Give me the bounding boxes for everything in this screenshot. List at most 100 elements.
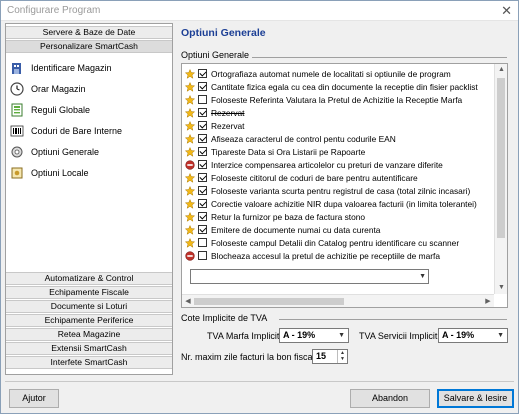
- option-row[interactable]: Foloseste campul Detalii din Catalog pen…: [182, 236, 494, 249]
- option-checkbox[interactable]: [198, 160, 207, 169]
- option-label: Retur la furnizor pe baza de factura sto…: [211, 211, 366, 222]
- option-checkbox[interactable]: [198, 82, 207, 91]
- section-interfete[interactable]: Interfete SmartCash: [6, 356, 172, 369]
- option-checkbox[interactable]: [198, 173, 207, 182]
- option-row[interactable]: Afiseaza caracterul de control pentu cod…: [182, 132, 494, 145]
- max-days-value: 15: [316, 351, 327, 361]
- option-checkbox[interactable]: [198, 199, 207, 208]
- max-days-spinner[interactable]: 15 ▲ ▼: [312, 349, 348, 364]
- tva-marfa-select[interactable]: A - 19% ▼: [279, 328, 349, 343]
- section-personalizare[interactable]: Personalizare SmartCash: [6, 40, 172, 53]
- spinner-arrows-icon[interactable]: ▲ ▼: [337, 350, 347, 363]
- scroll-down-icon[interactable]: ▼: [495, 282, 508, 294]
- tva-servicii-value: A - 19%: [442, 330, 475, 340]
- option-row[interactable]: Interzice compensarea articolelor cu pre…: [182, 158, 494, 171]
- option-label: Foloseste Referinta Valutara la Pretul d…: [211, 94, 463, 105]
- section-extensii[interactable]: Extensii SmartCash: [6, 342, 172, 355]
- menu-item-optiuni-locale[interactable]: Optiuni Locale: [6, 162, 172, 183]
- star-icon: [184, 94, 196, 105]
- menu-item-reguli[interactable]: Reguli Globale: [6, 99, 172, 120]
- close-icon[interactable]: ✕: [501, 3, 512, 19]
- option-checkbox[interactable]: [198, 95, 207, 104]
- option-label: Rezervat: [211, 120, 245, 131]
- save-exit-button[interactable]: Salvare & Iesire: [437, 389, 514, 408]
- option-row[interactable]: Blocheaza accesul la pretul de achizitie…: [182, 249, 494, 262]
- section-documente[interactable]: Documente si Loturi: [6, 300, 172, 313]
- menu-item-label: Identificare Magazin: [31, 62, 112, 73]
- section-servere[interactable]: Servere & Baze de Date: [6, 26, 172, 39]
- menu-item-optiuni-generale[interactable]: Optiuni Generale: [6, 141, 172, 162]
- option-row[interactable]: Rezervat: [182, 106, 494, 119]
- menu-item-coduri[interactable]: Coduri de Bare Interne: [6, 120, 172, 141]
- menu-item-label: Orar Magazin: [31, 83, 86, 94]
- navigation-panel: Servere & Baze de Date Personalizare Sma…: [5, 23, 173, 375]
- window-title: Configurare Program: [7, 5, 101, 16]
- menu-item-identificare[interactable]: Identificare Magazin: [6, 57, 172, 78]
- option-label: Interzice compensarea articolelor cu pre…: [211, 159, 443, 170]
- options-icon: [10, 145, 24, 159]
- option-label: Foloseste varianta scurta pentru registr…: [211, 185, 471, 196]
- option-row[interactable]: Rezervat: [182, 119, 494, 132]
- group-label-optiuni: Optiuni Generale: [181, 50, 253, 60]
- star-icon: [184, 133, 196, 144]
- vertical-scrollbar[interactable]: ▲ ▼: [494, 64, 507, 294]
- scroll-left-icon[interactable]: ◀: [182, 295, 194, 308]
- section-echipamente-fiscale[interactable]: Echipamente Fiscale: [6, 286, 172, 299]
- option-row[interactable]: Foloseste varianta scurta pentru registr…: [182, 184, 494, 197]
- horizontal-scrollbar[interactable]: ◀ ▶: [182, 294, 494, 307]
- star-icon: [184, 146, 196, 157]
- option-checkbox[interactable]: [198, 225, 207, 234]
- options-list[interactable]: Ortografiaza automat numele de localitat…: [181, 63, 508, 308]
- option-checkbox[interactable]: [198, 212, 207, 221]
- star-icon: [184, 211, 196, 222]
- option-row[interactable]: Foloseste Referinta Valutara la Pretul d…: [182, 93, 494, 106]
- section-echipamente-periferice[interactable]: Echipamente Periferice: [6, 314, 172, 327]
- option-checkbox[interactable]: [198, 147, 207, 156]
- red-circle-icon: [185, 159, 195, 170]
- hscroll-thumb[interactable]: [194, 298, 344, 305]
- section-automatizare[interactable]: Automatizare & Control: [6, 272, 172, 285]
- option-checkbox[interactable]: [198, 251, 207, 260]
- star-icon: [184, 185, 196, 196]
- options-dropdown[interactable]: ▼: [190, 269, 429, 284]
- scroll-up-icon[interactable]: ▲: [495, 64, 508, 76]
- scroll-right-icon[interactable]: ▶: [482, 295, 494, 308]
- option-row[interactable]: Cantitate fizica egala cu cea din docume…: [182, 80, 494, 93]
- star-icon: [184, 237, 196, 248]
- option-row[interactable]: Ortografiaza automat numele de localitat…: [182, 67, 494, 80]
- cancel-button[interactable]: Abandon: [350, 389, 430, 408]
- option-label: Emitere de documente numai cu data curen…: [211, 224, 381, 235]
- star-icon: [184, 68, 196, 79]
- menu-item-label: Reguli Globale: [31, 104, 91, 115]
- scroll-thumb[interactable]: [497, 78, 505, 238]
- menu-item-orar[interactable]: Orar Magazin: [6, 78, 172, 99]
- option-label: Rezervat: [211, 107, 245, 118]
- option-checkbox[interactable]: [198, 108, 207, 117]
- option-row[interactable]: Corectie valoare achizitie NIR dupa valo…: [182, 197, 494, 210]
- option-row[interactable]: Emitere de documente numai cu data curen…: [182, 223, 494, 236]
- group-label-tva: Cote Implicite de TVA: [181, 313, 271, 323]
- star-icon: [184, 172, 196, 183]
- rules-icon: [10, 103, 24, 117]
- page-title: Optiuni Generale: [181, 27, 266, 39]
- chevron-down-icon: ▼: [497, 332, 504, 339]
- option-checkbox[interactable]: [198, 134, 207, 143]
- option-row[interactable]: Tipareste Data si Ora Listarii pe Rapoar…: [182, 145, 494, 158]
- option-label: Afiseaza caracterul de control pentu cod…: [211, 133, 396, 144]
- menu-item-label: Coduri de Bare Interne: [31, 125, 123, 136]
- option-checkbox[interactable]: [198, 121, 207, 130]
- option-checkbox[interactable]: [198, 69, 207, 78]
- option-row[interactable]: Retur la furnizor pe baza de factura sto…: [182, 210, 494, 223]
- barcode-icon: [10, 124, 24, 138]
- tva-servicii-select[interactable]: A - 19% ▼: [438, 328, 508, 343]
- option-checkbox[interactable]: [198, 186, 207, 195]
- option-row[interactable]: Foloseste cititorul de coduri de bare pe…: [182, 171, 494, 184]
- store-icon: [10, 61, 24, 75]
- option-checkbox[interactable]: [198, 238, 207, 247]
- help-button[interactable]: Ajutor: [9, 389, 59, 408]
- star-icon: [184, 198, 196, 209]
- max-days-label: Nr. maxim zile facturi la bon fiscal: [181, 352, 315, 362]
- option-label: Ortografiaza automat numele de localitat…: [211, 68, 451, 79]
- option-label: Foloseste campul Detalii din Catalog pen…: [211, 237, 460, 248]
- section-retea[interactable]: Retea Magazine: [6, 328, 172, 341]
